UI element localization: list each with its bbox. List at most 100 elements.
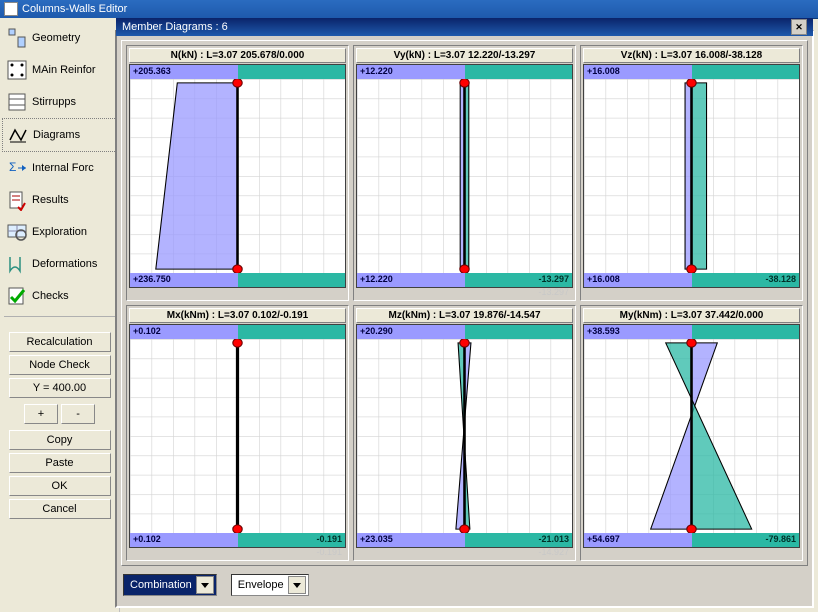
close-icon: ✕ <box>795 22 803 33</box>
sidebar-item-label: Exploration <box>32 226 87 238</box>
plot-area <box>584 339 799 533</box>
top-left-value: +12.220 <box>357 65 465 79</box>
top-left-value: +38.593 <box>584 325 692 339</box>
bottom-left-value: +12.220 <box>357 273 465 287</box>
top-right-value <box>238 325 346 339</box>
sidebar-item-geometry[interactable]: Geometry <box>2 22 117 54</box>
sidebar-item-deformations[interactable]: Deformations <box>2 248 117 280</box>
internal-forc-icon: Σ <box>6 157 28 179</box>
exploration-icon <box>6 221 28 243</box>
combination-select-value: Combination <box>130 579 192 591</box>
sidebar-item-checks[interactable]: Checks <box>2 280 117 312</box>
app-icon <box>4 2 18 16</box>
footer-controls: Combination Envelope <box>123 574 309 596</box>
sidebar-item-diagrams[interactable]: Diagrams <box>2 118 117 152</box>
diagram-title: Vy(kN) : L=3.07 12.220/-13.297 <box>356 48 573 63</box>
diagram-cell-My: My(kNm) : L=3.07 37.442/0.000 +38.593 +5… <box>580 305 803 561</box>
diagram-top-values: +12.220 <box>357 65 572 79</box>
diagram-under-value: -13.297 <box>356 287 573 298</box>
bottom-left-value: +236.750 <box>130 273 238 287</box>
diagram-bottom-values: +23.035 -21.013 <box>357 533 572 547</box>
bottom-left-value: +0.102 <box>130 533 238 547</box>
diagrams-grid: N(kN) : L=3.07 205.678/0.000 +205.363 +2… <box>126 45 803 561</box>
sidebar-item-main-reinfor[interactable]: MAin Reinfor <box>2 54 117 86</box>
node-check-button[interactable]: Node Check <box>9 355 111 375</box>
sidebar: Geometry MAin Reinfor Stirrupps Diagrams Σ In… <box>0 18 120 612</box>
plus-button[interactable]: + <box>24 404 58 424</box>
bottom-left-value: +23.035 <box>357 533 465 547</box>
sidebar-item-label: Internal Forc <box>32 162 94 174</box>
diagram-under-value: -14.927 <box>356 547 573 558</box>
close-button[interactable]: ✕ <box>791 19 807 35</box>
diagram-title: Vz(kN) : L=3.07 16.008/-38.128 <box>583 48 800 63</box>
diagram-bottom-values: +0.102 -0.191 <box>130 533 345 547</box>
copy-button[interactable]: Copy <box>9 430 111 450</box>
top-right-value <box>238 65 346 79</box>
diagram-cell-N: N(kN) : L=3.07 205.678/0.000 +205.363 +2… <box>126 45 349 301</box>
diagram-under-value <box>583 287 800 298</box>
diagram-top-values: +205.363 <box>130 65 345 79</box>
plot-area <box>130 79 345 273</box>
diagram-plot: +12.220 +12.220 -13.297 <box>356 64 573 288</box>
plot-area <box>357 79 572 273</box>
minus-button[interactable]: - <box>61 404 95 424</box>
top-right-value <box>465 325 573 339</box>
plot-area <box>584 79 799 273</box>
diagram-title: Mz(kNm) : L=3.07 19.876/-14.547 <box>356 308 573 323</box>
diagram-plot: +38.593 +54.697 -79.861 <box>583 324 800 548</box>
bottom-right-value: -13.297 <box>465 273 573 287</box>
main-window-title: Member Diagrams : 6 <box>122 21 228 33</box>
sidebar-item-results[interactable]: Results <box>2 184 117 216</box>
diagram-bottom-values: +236.750 <box>130 273 345 287</box>
sidebar-item-label: Diagrams <box>33 129 80 141</box>
plot-area <box>357 339 572 533</box>
sidebar-item-label: Stirrupps <box>32 96 76 108</box>
diagram-top-values: +20.290 <box>357 325 572 339</box>
paste-button[interactable]: Paste <box>9 453 111 473</box>
envelope-select-value: Envelope <box>238 579 284 591</box>
envelope-select[interactable]: Envelope <box>231 574 309 596</box>
bottom-left-value: +54.697 <box>584 533 692 547</box>
sidebar-item-stirrupps[interactable]: Stirrupps <box>2 86 117 118</box>
combination-select[interactable]: Combination <box>123 574 217 596</box>
top-right-value <box>692 65 800 79</box>
sidebar-item-exploration[interactable]: Exploration <box>2 216 117 248</box>
diagrams-icon <box>7 124 29 146</box>
recalculation-button[interactable]: Recalculation <box>9 332 111 352</box>
sidebar-item-label: MAin Reinfor <box>32 64 96 76</box>
top-left-value: +20.290 <box>357 325 465 339</box>
sidebar-item-label: Geometry <box>32 32 80 44</box>
diagram-plot: +0.102 +0.102 -0.191 <box>129 324 346 548</box>
diagram-plot: +205.363 +236.750 <box>129 64 346 288</box>
bottom-left-value: +16.008 <box>584 273 692 287</box>
diagram-under-value: -0.191 <box>129 547 346 558</box>
diagram-under-value <box>583 547 800 558</box>
diagram-bottom-values: +12.220 -13.297 <box>357 273 572 287</box>
diagram-cell-Vz: Vz(kN) : L=3.07 16.008/-38.128 +16.008 +… <box>580 45 803 301</box>
diagram-bottom-values: +16.008 -38.128 <box>584 273 799 287</box>
main-window-titlebar: Member Diagrams : 6 ✕ <box>116 18 813 36</box>
checks-icon <box>6 285 28 307</box>
diagram-under-value <box>129 287 346 298</box>
diagram-plot: +20.290 +23.035 -21.013 <box>356 324 573 548</box>
divider <box>4 316 115 317</box>
diagram-cell-Mz: Mz(kNm) : L=3.07 19.876/-14.547 +20.290 … <box>353 305 576 561</box>
top-right-value <box>692 325 800 339</box>
diagram-title: My(kNm) : L=3.07 37.442/0.000 <box>583 308 800 323</box>
diagram-bottom-values: +54.697 -79.861 <box>584 533 799 547</box>
window-title: Columns-Walls Editor <box>22 3 127 15</box>
sidebar-item-label: Checks <box>32 290 69 302</box>
diagram-title: N(kN) : L=3.07 205.678/0.000 <box>129 48 346 63</box>
chevron-down-icon <box>288 576 306 594</box>
cancel-button[interactable]: Cancel <box>9 499 111 519</box>
diagram-plot: +16.008 +16.008 -38.128 <box>583 64 800 288</box>
chevron-down-icon <box>196 576 214 594</box>
sidebar-item-internal-forc[interactable]: Σ Internal Forc <box>2 152 117 184</box>
ok-button[interactable]: OK <box>9 476 111 496</box>
deformations-icon <box>6 253 28 275</box>
bottom-right-value: -79.861 <box>692 533 800 547</box>
diagram-cell-Vy: Vy(kN) : L=3.07 12.220/-13.297 +12.220 +… <box>353 45 576 301</box>
bottom-right-value: -38.128 <box>692 273 800 287</box>
stirrupps-icon <box>6 91 28 113</box>
y-value-display[interactable]: Y = 400.00 <box>9 378 111 398</box>
